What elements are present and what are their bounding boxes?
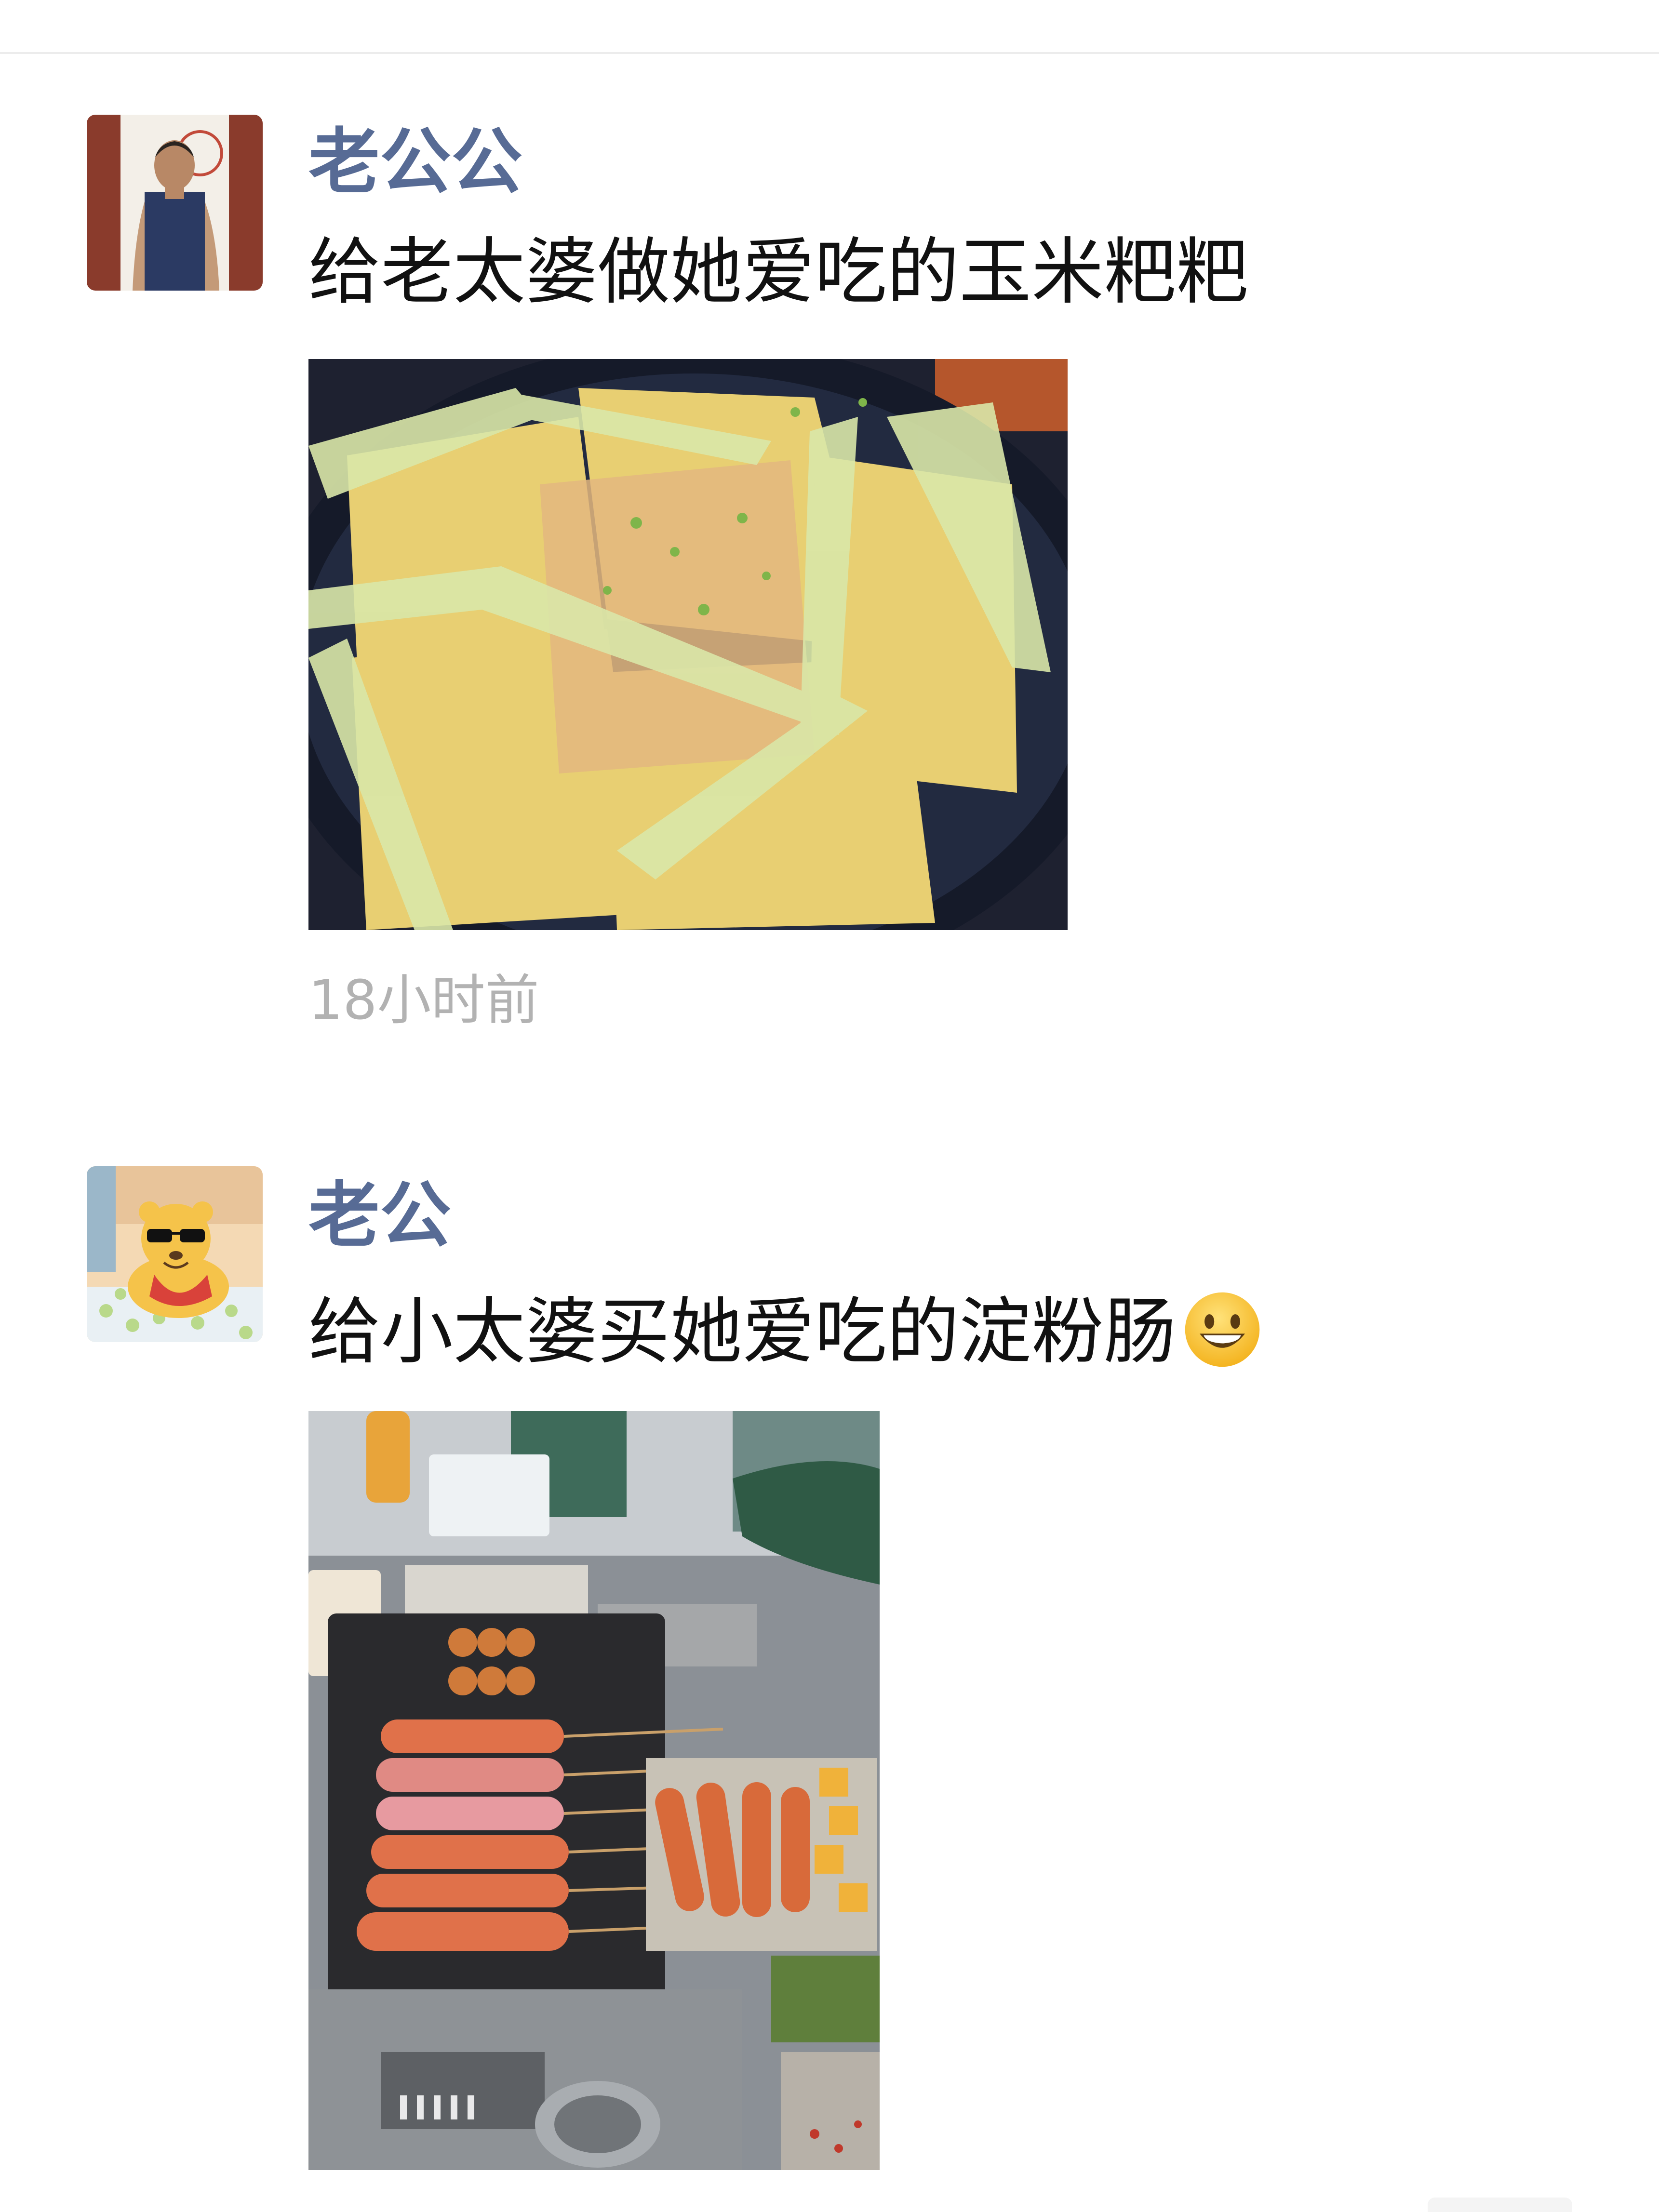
top-divider <box>0 52 1659 54</box>
grilled-sausages-photo[interactable] <box>308 1411 880 2170</box>
post-author-name[interactable]: 老公 <box>308 1180 451 1251</box>
cartoon-bear-avatar[interactable] <box>87 1166 263 1342</box>
man-portrait-avatar[interactable] <box>87 115 263 291</box>
corn-cakes-photo[interactable] <box>308 359 1068 930</box>
post-caption: 给小太婆买她爱吃的淀粉肠 <box>308 1290 1177 1374</box>
post-timestamp: 18小时前 <box>308 969 539 1032</box>
grinning-face-emoji <box>1185 1292 1260 1367</box>
post-caption-line: 给小太婆买她爱吃的淀粉肠 <box>308 1289 1263 1370</box>
bottom-edge-element <box>1428 2198 1572 2212</box>
post-caption: 给老太婆做她爱吃的玉米粑粑 <box>308 230 1249 314</box>
post-author-name[interactable]: 老公公 <box>308 126 522 198</box>
